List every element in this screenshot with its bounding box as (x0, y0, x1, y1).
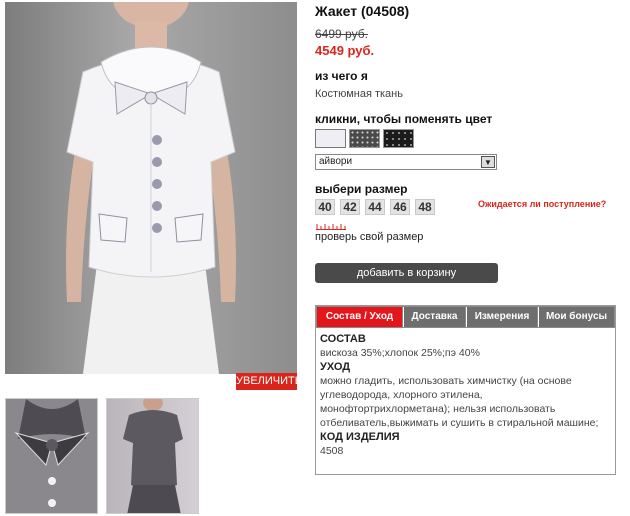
color-label: кликни, чтобы поменять цвет (315, 112, 493, 126)
product-thumbnail-2[interactable] (106, 398, 199, 514)
tab-bonuses[interactable]: Мои бонусы (538, 307, 614, 327)
size-option-48[interactable]: 48 (415, 199, 435, 215)
product-main-image[interactable] (5, 2, 297, 374)
size-option-40[interactable]: 40 (315, 199, 335, 215)
thumbnail-detail-illustration (6, 399, 97, 513)
care-text: можно гладить, использовать химчистку (н… (320, 375, 599, 429)
composition-heading: СОСТАВ (320, 333, 366, 345)
check-size-link[interactable]: проверь свой размер (315, 231, 423, 243)
product-title: Жакет (04508) (315, 3, 410, 19)
chevron-down-icon[interactable]: ▼ (481, 156, 495, 168)
color-swatch-black-dot[interactable] (383, 129, 414, 148)
tab-bar: Состав / Уход Доставка Измерения Мои бон… (316, 306, 615, 328)
material-label: из чего я (315, 69, 368, 83)
care-heading: УХОД (320, 361, 351, 373)
zoom-button[interactable]: УВЕЛИЧИТЬ (236, 373, 302, 390)
tab-measurements[interactable]: Измерения (466, 307, 537, 327)
product-code: 4508 (320, 445, 344, 457)
size-label: выбери размер (315, 182, 408, 196)
product-thumbnail-1[interactable] (5, 398, 98, 514)
tab-composition-care[interactable]: Состав / Уход (317, 307, 402, 327)
ruler-icon (316, 224, 346, 230)
size-option-42[interactable]: 42 (340, 199, 360, 215)
expected-arrival-link[interactable]: Ожидается ли поступление? (478, 199, 606, 209)
product-details-panel: Состав / Уход Доставка Измерения Мои бон… (315, 305, 616, 475)
color-swatch-grey-dot[interactable] (349, 129, 380, 148)
product-page: УВЕЛИЧИТЬ Жакет (04508) 6499 руб. 4549 р… (0, 0, 630, 516)
tab-delivery[interactable]: Доставка (403, 307, 465, 327)
size-option-46[interactable]: 46 (390, 199, 410, 215)
new-price: 4549 руб. (315, 43, 375, 58)
color-select[interactable]: айвори ▼ (315, 154, 497, 170)
size-option-44[interactable]: 44 (365, 199, 385, 215)
old-price: 6499 руб. (315, 27, 368, 41)
color-select-value: айвори (319, 156, 353, 167)
add-to-cart-button[interactable]: добавить в корзину (315, 263, 498, 283)
product-code-heading: КОД ИЗДЕЛИЯ (320, 431, 400, 443)
composition-text: вискоза 35%;хлопок 25%;пэ 40% (320, 347, 480, 359)
tab-content: СОСТАВ вискоза 35%;хлопок 25%;пэ 40% УХО… (320, 332, 612, 458)
color-swatch-ivory[interactable] (315, 129, 346, 148)
thumbnail-back-illustration (123, 399, 183, 513)
material-value: Костюмная ткань (315, 88, 403, 100)
jacket-illustration (66, 2, 236, 374)
